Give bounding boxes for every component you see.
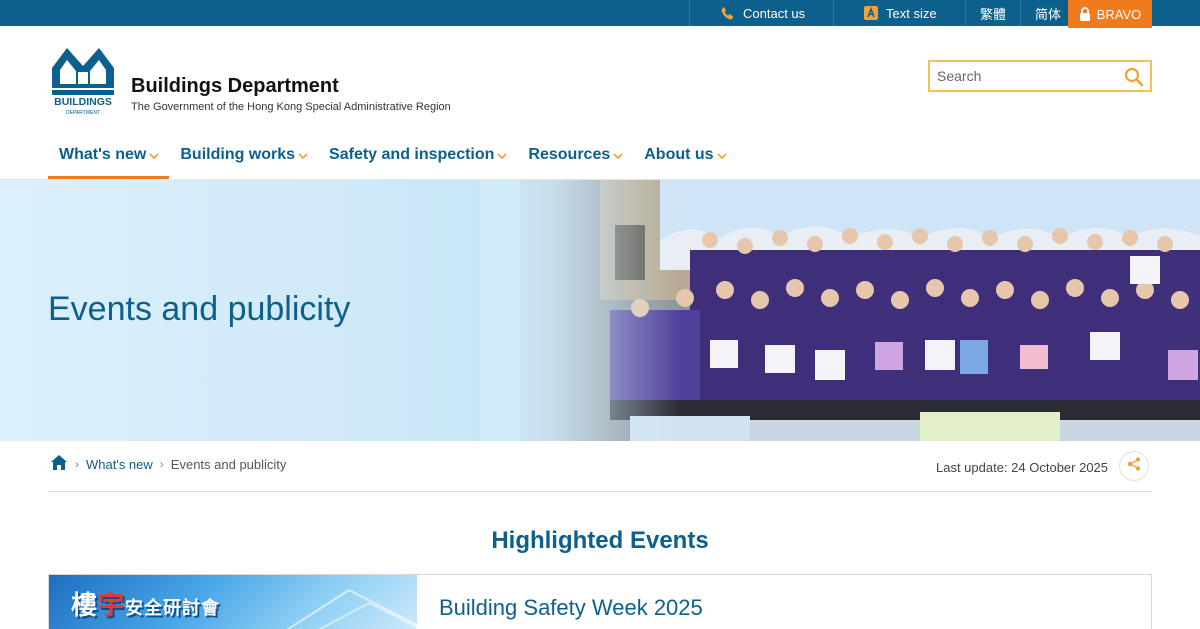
nav-item-label: About us	[644, 146, 714, 163]
contact-us-link[interactable]: Contact us	[689, 0, 833, 26]
lang-traditional-chinese-link[interactable]: 繁體	[965, 0, 1020, 26]
department-name: Buildings Department	[131, 75, 339, 97]
text-size-icon	[864, 6, 878, 20]
search-input[interactable]	[930, 63, 1120, 89]
bravo-button[interactable]: BRAVO	[1068, 0, 1152, 28]
bravo-label: BRAVO	[1096, 6, 1142, 22]
nav-item-about-us[interactable]: About us	[633, 140, 736, 180]
main-navigation: What's new Building works Safety and ins…	[48, 140, 737, 180]
breadcrumb-separator: ›	[159, 457, 164, 471]
chevron-down-icon	[298, 153, 308, 160]
page-title: Events and publicity	[48, 290, 351, 328]
highlighted-events-heading: Highlighted Events	[491, 527, 709, 554]
nav-item-safety-and-inspection[interactable]: Safety and inspection	[318, 140, 517, 180]
search-box	[928, 60, 1152, 92]
home-icon[interactable]	[50, 454, 68, 474]
event-thumbnail-caption: 安全研討會	[125, 598, 221, 619]
breadcrumb-current-page: Events and publicity	[170, 456, 287, 472]
breadcrumb-whats-new-link[interactable]: What's new	[86, 457, 153, 472]
nav-item-label: Building works	[180, 146, 296, 163]
last-update-text: Last update: 24 October 2025	[936, 460, 1109, 475]
nav-item-resources[interactable]: Resources	[517, 140, 633, 180]
breadcrumb: › What's new › Events and publicity	[50, 454, 286, 474]
contact-us-label: Contact us	[743, 5, 806, 21]
event-title-link[interactable]: Building Safety Week 2025	[439, 595, 703, 621]
chevron-down-icon	[613, 153, 623, 160]
logo-subtext: DEPARTMENT	[66, 110, 100, 116]
logo-text: BUILDINGS	[54, 96, 112, 108]
page-banner: Events and publicity	[0, 180, 1200, 441]
event-thumbnail-char-1: 樓	[71, 591, 99, 621]
text-size-control[interactable]: Text size	[833, 0, 965, 26]
nav-item-building-works[interactable]: Building works	[169, 140, 318, 180]
chevron-down-icon	[716, 153, 727, 160]
utility-bar: Contact us Text size 繁體 简体 BRAVO	[0, 0, 1200, 28]
nav-item-label: Resources	[528, 146, 611, 163]
lang-traditional-label: 繁體	[980, 6, 1007, 22]
search-icon[interactable]	[1124, 67, 1144, 92]
event-thumbnail-char-2: 宇	[98, 591, 126, 621]
lang-simplified-chinese-link[interactable]: 简体	[1020, 0, 1068, 26]
buildings-department-logo[interactable]: BUILDINGS DEPARTMENT	[50, 44, 116, 116]
text-size-label: Text size	[886, 5, 937, 21]
chevron-down-icon	[149, 153, 160, 160]
nav-item-label: Safety and inspection	[329, 146, 495, 163]
event-card[interactable]: 樓宇安全研討會 Building Safety Week 2025	[48, 574, 1152, 629]
content-divider	[48, 491, 1152, 492]
event-thumbnail-text: 樓宇安全研討會	[71, 585, 220, 622]
lang-simplified-label: 简体	[1035, 6, 1062, 22]
nav-item-whats-new[interactable]: What's new	[48, 140, 170, 180]
phone-icon	[720, 6, 735, 21]
share-button[interactable]	[1119, 451, 1149, 481]
event-thumbnail[interactable]: 樓宇安全研討會	[49, 575, 417, 629]
breadcrumb-separator: ›	[75, 457, 79, 471]
department-subtitle: The Government of the Hong Kong Special …	[131, 101, 451, 113]
share-icon	[1126, 456, 1142, 477]
nav-item-label: What's new	[59, 146, 147, 163]
lock-icon	[1079, 7, 1091, 21]
banner-fade-overlay	[480, 180, 680, 441]
chevron-down-icon	[497, 153, 508, 160]
